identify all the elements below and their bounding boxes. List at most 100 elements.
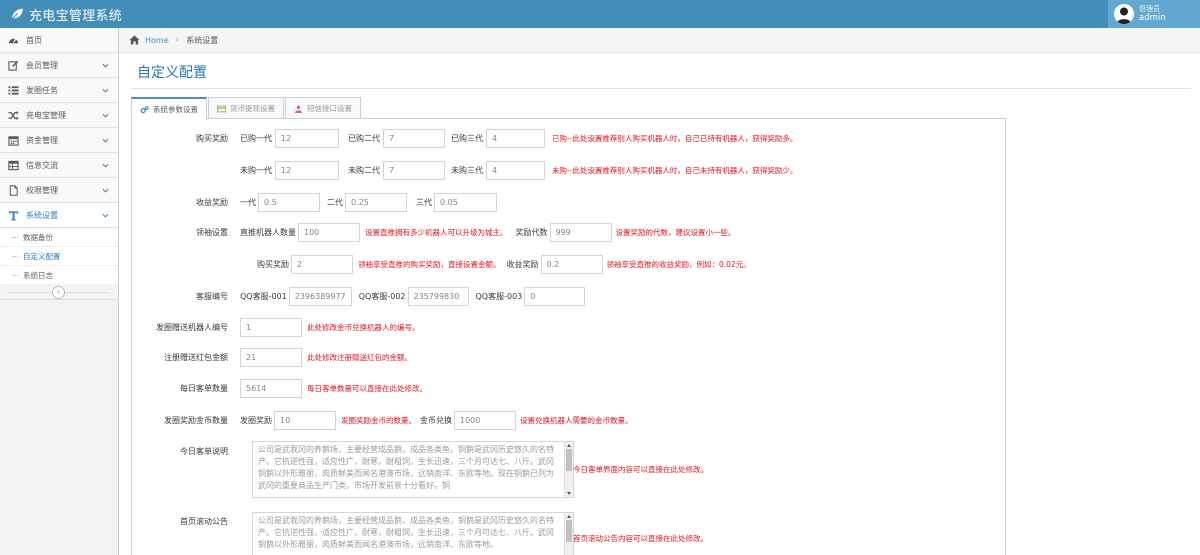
sidebar-subitem-logs[interactable]: 系统日志	[0, 266, 118, 285]
leader-generations-input[interactable]: 999	[549, 222, 612, 242]
tab-label: 系统参数设置	[153, 105, 198, 114]
inline-label: 奖励代数	[515, 227, 548, 237]
leader-robots-input[interactable]: 100	[298, 222, 360, 242]
inline-label: 已购三代	[451, 133, 483, 143]
unbought-gen2-input[interactable]: 7	[383, 160, 445, 180]
sidebar-collapse-bar: «	[0, 285, 118, 300]
field-label: 客服编号	[196, 291, 228, 301]
form-row-daily-count: 每日客单数量 5614 每日客单数量可以直接在此处修改。	[132, 378, 427, 398]
breadcrumb-home-link[interactable]: Home	[145, 36, 169, 45]
tab-system-params[interactable]: 系统参数设置	[131, 97, 207, 120]
chevron-down-icon	[102, 213, 109, 218]
sidebar-item-permissions[interactable]: 权限管理	[0, 178, 118, 203]
sidebar-item-members[interactable]: 会员管理	[0, 53, 118, 78]
form-row-gift-robot: 发圈赠送机器人编号 1 此处修改金币兑换机器人的编号。	[132, 317, 420, 337]
sidebar-item-settings[interactable]: 系统设置	[0, 203, 118, 228]
chevron-down-icon	[102, 113, 109, 118]
inline-label: 直推机器人数量	[240, 227, 296, 237]
brand[interactable]: 充电宝管理系统	[10, 5, 122, 24]
scrollbar[interactable]	[564, 442, 573, 497]
qq-service-1-input[interactable]: 2396389977	[288, 286, 352, 306]
breadcrumb: Home › 系统设置	[119, 28, 1200, 53]
user-icon	[294, 105, 303, 113]
user-menu[interactable]: 管理员 admin	[1108, 0, 1200, 28]
breadcrumb-separator: ›	[175, 35, 180, 45]
table-icon	[8, 160, 19, 171]
sidebar-subitem-backup[interactable]: 数据备份	[0, 228, 118, 247]
user-name: admin	[1139, 13, 1166, 23]
hint-text: 此处修改金币兑换机器人的编号。	[307, 322, 420, 332]
daily-desc-textarea[interactable]: 公司是武我冈的养鹅场，主要经营成品鹅，成品各类鱼。铜鹅是武冈历史悠久的名特产。它…	[252, 441, 574, 498]
hint-text: 设置奖励的代数，建议设置小一些。	[615, 227, 736, 237]
sidebar: 首页 会员管理 发圈任务 充电宝管理 资金管理 信息交流 权限管理 系统设置 数…	[0, 28, 119, 555]
sidebar-item-label: 会员管理	[26, 60, 58, 70]
dashboard-icon	[8, 35, 19, 46]
sidebar-item-label: 系统设置	[26, 210, 58, 220]
file-icon	[8, 184, 19, 196]
income-gen2-input[interactable]: 0.25	[345, 192, 407, 212]
scroll-notice-textarea[interactable]: 公司是武我冈的养鹅场，主要经营成品鹅，成品各类鱼。铜鹅是武冈历史悠久的名特产。它…	[252, 512, 574, 555]
daily-count-input[interactable]: 5614	[240, 378, 302, 398]
sidebar-item-label: 信息交流	[26, 160, 58, 170]
breadcrumb-current: 系统设置	[186, 35, 219, 45]
form-row-service: 客服编号 QQ客服-001 2396389977 QQ客服-002 235799…	[132, 286, 586, 306]
settings-panel: 购买奖励 已购一代 12 已购二代 7 已购三代 4 已购--此处设置推荐别人购…	[131, 118, 1006, 555]
tab-withdraw-settings[interactable]: 货币提现设置	[208, 97, 284, 119]
inline-label: QQ客服-002	[358, 291, 406, 301]
leaf-icon	[11, 8, 24, 20]
gift-robot-input[interactable]: 1	[240, 317, 302, 337]
edit-icon	[8, 60, 19, 71]
calendar-icon	[8, 135, 19, 146]
sidebar-item-messages[interactable]: 信息交流	[0, 153, 118, 178]
bought-gen1-input[interactable]: 12	[275, 128, 339, 148]
chevron-down-icon	[102, 188, 109, 193]
sidebar-item-home[interactable]: 首页	[0, 28, 118, 53]
tab-label: 短信接口设置	[307, 104, 352, 113]
income-gen3-input[interactable]: 0.05	[434, 192, 497, 212]
credit-card-icon	[217, 105, 226, 112]
hint-text: 今日客单界面内容可以直接在此处修改。	[573, 465, 708, 474]
chevron-down-icon	[102, 138, 109, 143]
chevron-down-icon	[102, 163, 109, 168]
cogs-icon	[140, 105, 149, 113]
collapse-sidebar-button[interactable]: «	[52, 286, 65, 299]
unbought-gen3-input[interactable]: 4	[486, 160, 545, 180]
coin-exchange-input[interactable]: 1000	[454, 410, 516, 430]
hint-text: 首页滚动公告内容可以直接在此处修改。	[573, 534, 708, 543]
hint-text: 领袖享受直推的收益奖励，例如：0.02元。	[606, 259, 751, 269]
income-gen1-input[interactable]: 0.5	[258, 192, 320, 212]
sidebar-item-label: 充电宝管理	[26, 110, 66, 120]
page-title: 自定义配置	[137, 65, 207, 81]
leader-buy-reward-input[interactable]: 2	[291, 254, 353, 274]
tab-label: 货币提现设置	[230, 104, 275, 113]
qq-service-3-input[interactable]: 0	[524, 286, 586, 306]
form-row-income-reward: 收益奖励 一代 0.5 二代 0.25 三代 0.05	[132, 192, 497, 212]
form-row-leader-rewards: 购买奖励 2 领袖享受直推的购买奖励，直接设置金额。 收益奖励 0.2 领袖享受…	[132, 254, 751, 274]
inline-label: QQ客服-003	[475, 291, 523, 301]
text-icon	[8, 210, 19, 221]
sidebar-subitem-custom-config[interactable]: 自定义配置	[0, 247, 118, 266]
sidebar-item-powerbank[interactable]: 充电宝管理	[0, 103, 118, 128]
field-label: 发圈奖励金币数量	[164, 415, 228, 425]
textarea-content: 公司是武我冈的养鹅场，主要经营成品鹅，成品各类鱼。铜鹅是武冈历史悠久的名特产。它…	[258, 516, 554, 549]
bought-gen3-input[interactable]: 4	[486, 128, 545, 148]
field-label: 发圈赠送机器人编号	[156, 322, 228, 332]
qq-service-2-input[interactable]: 235799830	[407, 286, 469, 306]
sidebar-item-tasks[interactable]: 发圈任务	[0, 78, 118, 103]
leader-income-reward-input[interactable]: 0.2	[540, 254, 603, 274]
coin-reward-input[interactable]: 10	[274, 410, 336, 430]
unbought-gen1-input[interactable]: 12	[275, 160, 339, 180]
hint-text: 设置兑换机器人需要的金币数量。	[520, 415, 633, 425]
field-label: 注册赠送红包金额	[164, 352, 228, 362]
bought-gen2-input[interactable]: 7	[383, 128, 445, 148]
register-gift-input[interactable]: 21	[240, 347, 302, 367]
sidebar-item-funds[interactable]: 资金管理	[0, 128, 118, 153]
inline-label: 未购一代	[240, 165, 272, 175]
inline-label: 已购二代	[348, 133, 380, 143]
tab-sms-settings[interactable]: 短信接口设置	[285, 97, 361, 119]
textarea-content: 公司是武我冈的养鹅场，主要经营成品鹅，成品各类鱼。铜鹅是武冈历史悠久的名特产。它…	[258, 445, 554, 490]
scrollbar[interactable]	[564, 513, 573, 555]
avatar	[1114, 4, 1134, 24]
home-icon	[129, 35, 140, 45]
inline-label: 三代	[416, 197, 432, 207]
